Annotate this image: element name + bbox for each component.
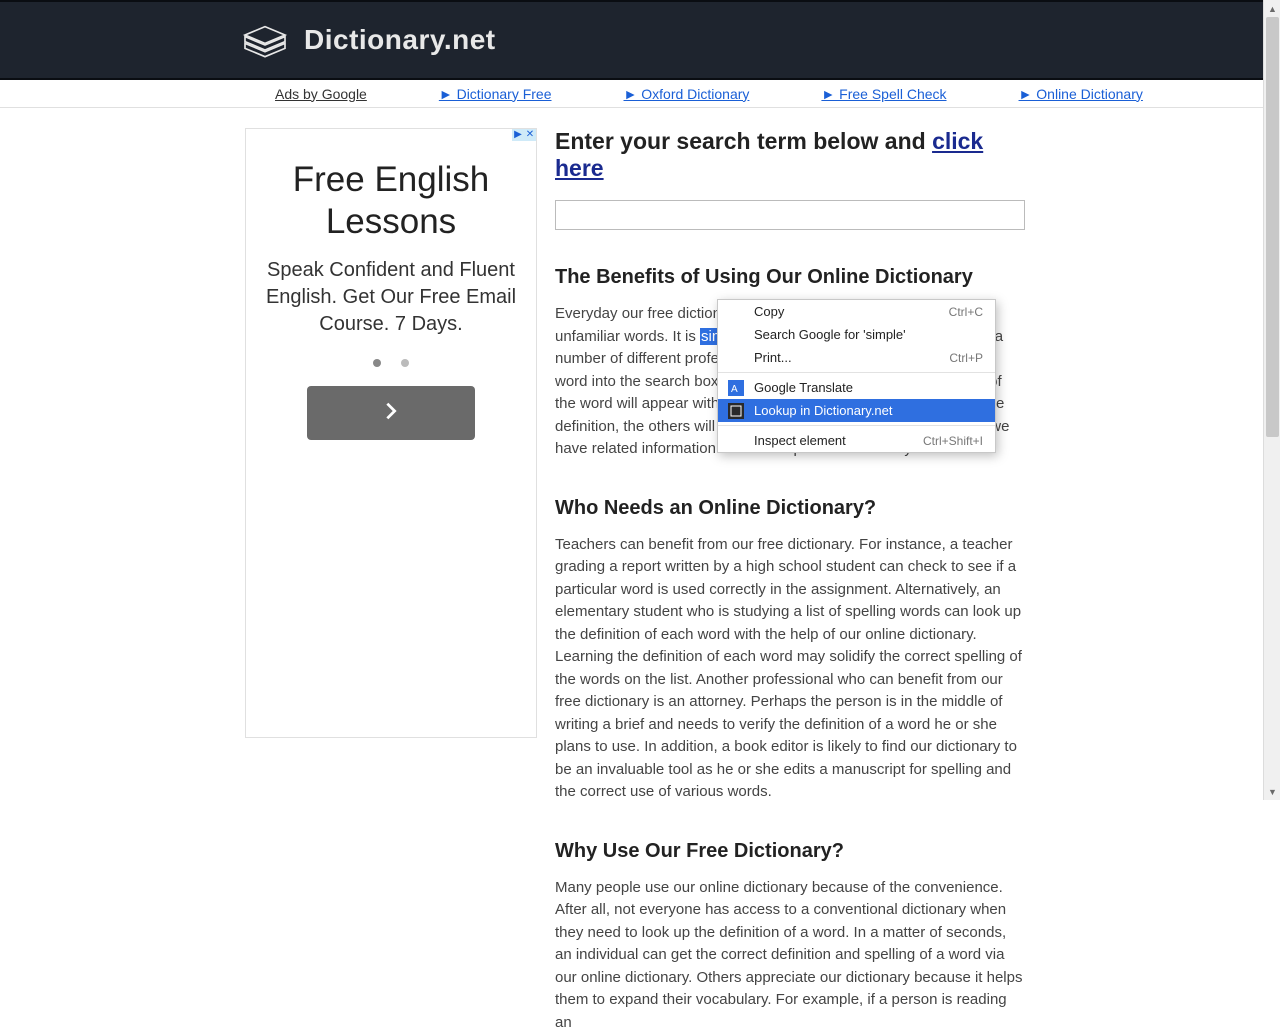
translate-icon: A xyxy=(728,380,744,396)
context-menu-item-search-google[interactable]: Search Google for 'simple' xyxy=(718,323,995,346)
ad-dot[interactable] xyxy=(373,359,381,367)
ad-subtitle: Speak Confident and Fluent English. Get … xyxy=(262,257,520,338)
context-menu-item-inspect[interactable]: Inspect element Ctrl+Shift+I xyxy=(718,429,995,452)
ad-dot[interactable] xyxy=(401,359,409,367)
context-menu-item-print[interactable]: Print... Ctrl+P xyxy=(718,346,995,369)
book-stack-icon xyxy=(240,19,290,61)
site-title: Dictionary.net xyxy=(304,24,496,56)
site-header: Dictionary.net xyxy=(0,0,1280,80)
ads-bar: Ads by Google ► Dictionary Free ► Oxford… xyxy=(0,80,1280,108)
adbar-link[interactable]: ► Online Dictionary xyxy=(1019,86,1143,102)
ad-controls: ▶ ✕ xyxy=(512,129,536,141)
adbar-link[interactable]: ► Oxford Dictionary xyxy=(624,86,750,102)
dictionary-icon xyxy=(728,403,744,419)
ads-label: Ads by Google xyxy=(275,86,367,102)
svg-text:A: A xyxy=(731,384,738,395)
search-prompt: Enter your search term below and click h… xyxy=(555,128,1025,182)
ad-close-icon[interactable]: ✕ xyxy=(524,129,536,141)
ad-title: Free English Lessons xyxy=(262,159,520,243)
ad-pagination xyxy=(262,354,520,372)
main-column: Enter your search term below and click h… xyxy=(555,128,1025,1034)
scroll-thumb[interactable] xyxy=(1266,17,1279,437)
menu-label: Google Translate xyxy=(754,380,983,395)
why-paragraph: Many people use our online dictionary be… xyxy=(555,877,1025,1034)
adbar-link[interactable]: ► Dictionary Free xyxy=(439,86,552,102)
ad-info-icon[interactable]: ▶ xyxy=(512,129,524,141)
scroll-up-icon[interactable]: ▲ xyxy=(1264,0,1280,17)
ad-next-button[interactable] xyxy=(307,386,475,440)
menu-separator xyxy=(718,372,995,373)
adbar-link[interactable]: ► Free Spell Check xyxy=(821,86,946,102)
menu-label: Inspect element xyxy=(754,433,923,448)
menu-shortcut: Ctrl+C xyxy=(949,305,983,319)
menu-separator xyxy=(718,425,995,426)
who-paragraph: Teachers can benefit from our free dicti… xyxy=(555,534,1025,804)
context-menu-item-copy[interactable]: Copy Ctrl+C xyxy=(718,300,995,323)
context-menu-item-lookup-dictionary[interactable]: Lookup in Dictionary.net xyxy=(718,399,995,422)
prompt-text: Enter your search term below and xyxy=(555,128,932,154)
menu-label: Lookup in Dictionary.net xyxy=(754,403,983,418)
section-heading-who: Who Needs an Online Dictionary? xyxy=(555,497,1025,520)
menu-shortcut: Ctrl+P xyxy=(949,351,983,365)
menu-shortcut: Ctrl+Shift+I xyxy=(923,434,983,448)
page-content: ▶ ✕ Free English Lessons Speak Confident… xyxy=(0,108,1280,1034)
menu-label: Search Google for 'simple' xyxy=(754,327,983,342)
context-menu: Copy Ctrl+C Search Google for 'simple' P… xyxy=(717,299,996,453)
sidebar-ad[interactable]: ▶ ✕ Free English Lessons Speak Confident… xyxy=(245,128,537,738)
section-heading-why: Why Use Our Free Dictionary? xyxy=(555,840,1025,863)
search-input[interactable] xyxy=(555,200,1025,230)
scroll-down-icon[interactable]: ▼ xyxy=(1264,783,1280,800)
site-logo[interactable]: Dictionary.net xyxy=(240,19,496,61)
menu-label: Copy xyxy=(754,304,949,319)
chevron-right-icon xyxy=(380,400,402,427)
menu-label: Print... xyxy=(754,350,949,365)
vertical-scrollbar[interactable]: ▲ ▼ xyxy=(1263,0,1280,800)
context-menu-item-google-translate[interactable]: A Google Translate xyxy=(718,376,995,399)
section-heading-benefits: The Benefits of Using Our Online Diction… xyxy=(555,266,1025,289)
